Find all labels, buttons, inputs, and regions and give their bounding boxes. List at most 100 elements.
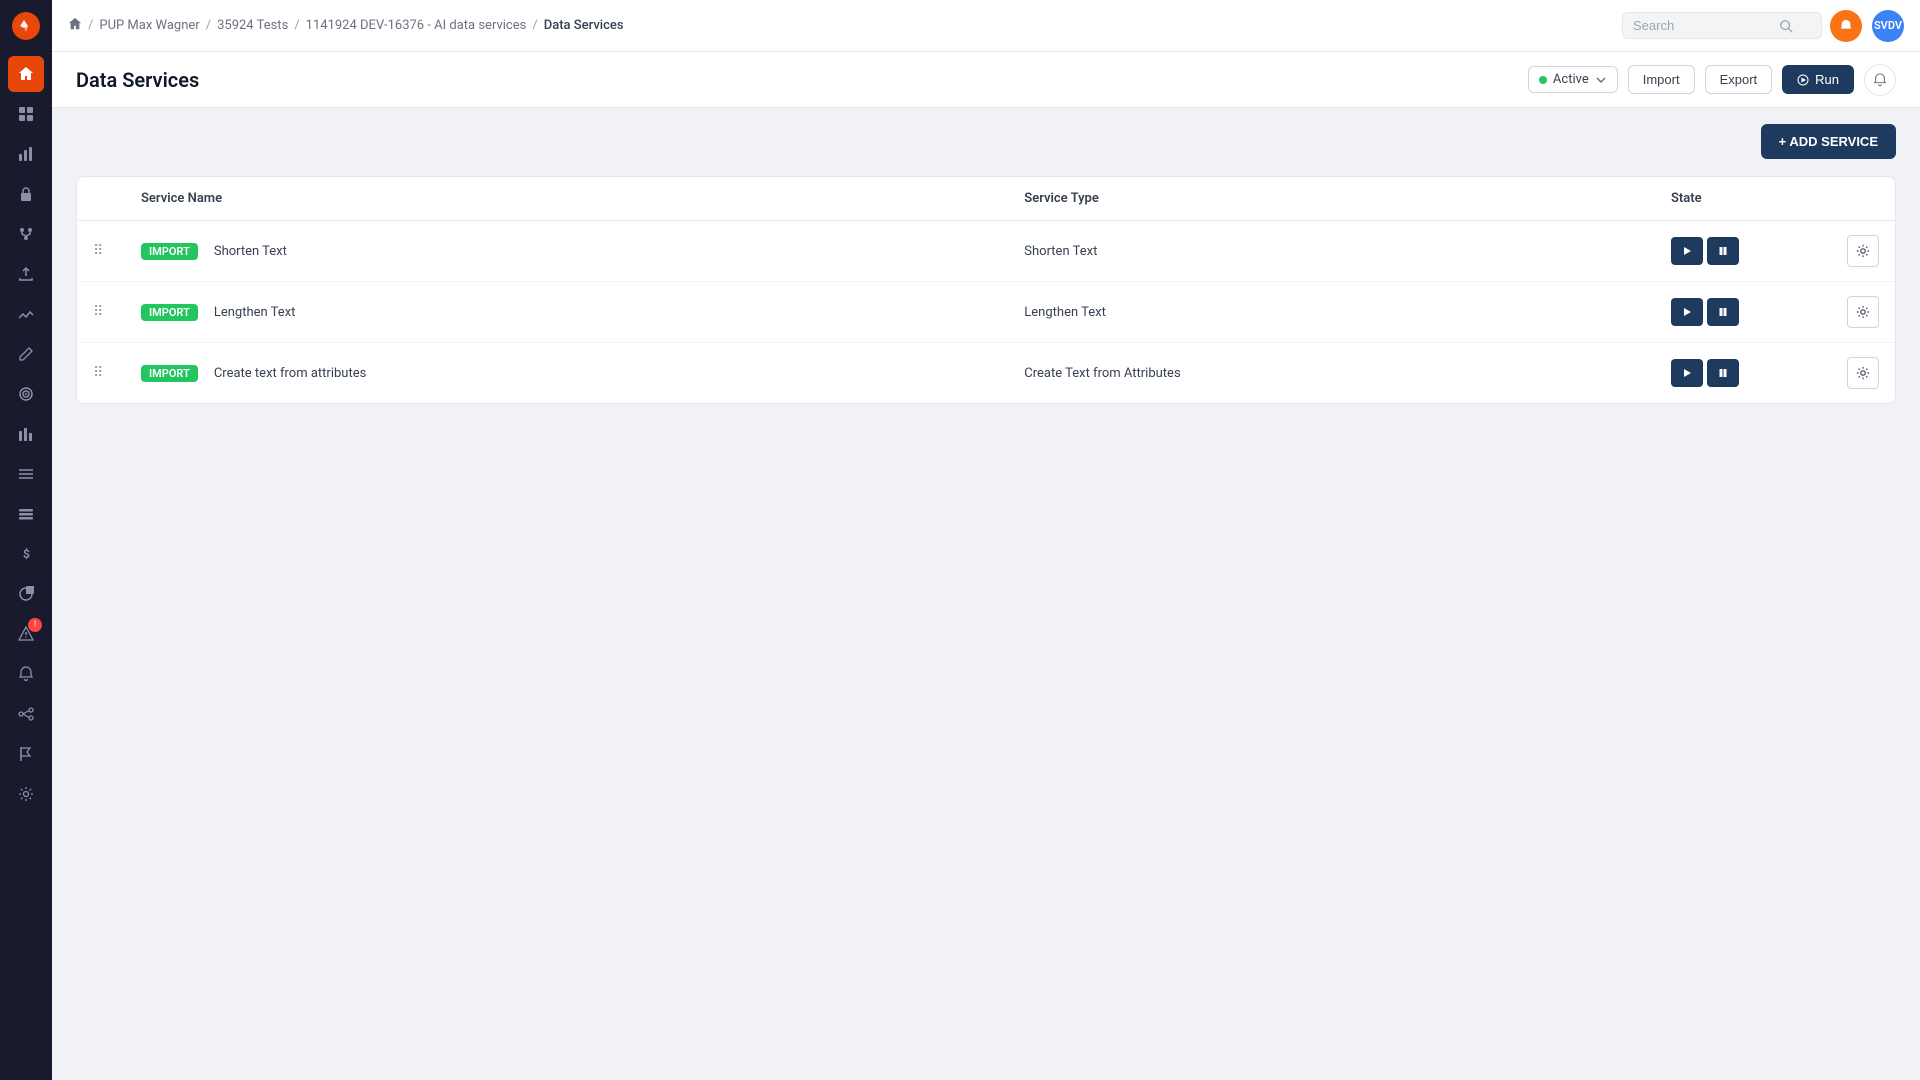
bell-icon (1873, 73, 1887, 87)
sidebar: $ ! (0, 0, 52, 1080)
service-type-2: Create Text from Attributes (1024, 366, 1180, 381)
breadcrumb-link-3[interactable]: 1141924 DEV-16376 - AI data services (306, 18, 527, 33)
home-icon[interactable] (68, 17, 82, 35)
services-table-container: Service Name Service Type State ⠿ (76, 176, 1896, 404)
import-button[interactable]: Import (1628, 65, 1695, 94)
breadcrumb-link-1[interactable]: PUP Max Wagner (99, 18, 199, 33)
gear-button-1[interactable] (1847, 296, 1879, 328)
table-row: ⠿ IMPORT Lengthen Text Lengthen Text (77, 282, 1895, 343)
status-dot (1539, 76, 1547, 84)
sidebar-item-dollar[interactable]: $ (8, 536, 44, 572)
gear-icon-0 (1856, 244, 1870, 258)
col-actions (1815, 177, 1895, 221)
sidebar-item-upload[interactable] (8, 256, 44, 292)
chevron-down-icon (1595, 74, 1607, 86)
state-cell-1 (1655, 282, 1815, 343)
table-row: ⠿ IMPORT Create text from attributes Cre… (77, 343, 1895, 404)
drag-handle-2[interactable]: ⠿ (93, 365, 104, 381)
state-play-button-0[interactable] (1671, 237, 1703, 265)
page-actions: Active Import Export Run (1528, 64, 1896, 96)
drag-cell-0: ⠿ (77, 221, 125, 282)
service-name-cell-0: IMPORT Shorten Text (125, 221, 1008, 282)
breadcrumb-sep-3: / (294, 18, 299, 33)
gear-icon-1 (1856, 305, 1870, 319)
breadcrumb-sep-4: / (532, 18, 537, 33)
gear-button-0[interactable] (1847, 235, 1879, 267)
service-name-cell-2: IMPORT Create text from attributes (125, 343, 1008, 404)
table-row: ⠿ IMPORT Shorten Text Shorten Text (77, 221, 1895, 282)
sidebar-item-alert[interactable]: ! (8, 616, 44, 652)
add-service-button[interactable]: + ADD SERVICE (1761, 124, 1896, 159)
page-title: Data Services (76, 68, 1528, 92)
actions-cell-1 (1815, 282, 1895, 343)
sidebar-item-analytics[interactable] (8, 136, 44, 172)
breadcrumb-sep-2: / (206, 18, 211, 33)
topbar: / PUP Max Wagner / 35924 Tests / 1141924… (52, 0, 1920, 52)
run-button[interactable]: Run (1782, 65, 1854, 94)
search-input[interactable] (1633, 18, 1773, 33)
drag-handle-0[interactable]: ⠿ (93, 243, 104, 259)
svg-text:$: $ (23, 547, 30, 561)
state-play-button-2[interactable] (1671, 359, 1703, 387)
state-pause-button-0[interactable] (1707, 237, 1739, 265)
service-type-1: Lengthen Text (1024, 305, 1106, 320)
service-type-cell-1: Lengthen Text (1008, 282, 1655, 343)
col-state: State (1655, 177, 1815, 221)
avatar[interactable]: SVDV (1872, 10, 1904, 42)
state-cell-2 (1655, 343, 1815, 404)
sidebar-item-list[interactable] (8, 456, 44, 492)
state-play-button-1[interactable] (1671, 298, 1703, 326)
services-table: Service Name Service Type State ⠿ (77, 177, 1895, 403)
sidebar-item-bell[interactable] (8, 656, 44, 692)
app-logo[interactable] (8, 8, 44, 44)
sidebar-item-flag[interactable] (8, 736, 44, 772)
col-service-type: Service Type (1008, 177, 1655, 221)
export-button[interactable]: Export (1705, 65, 1773, 94)
import-badge-0: IMPORT (141, 243, 198, 260)
breadcrumb-current: Data Services (544, 18, 624, 33)
run-label: Run (1815, 72, 1839, 87)
gear-button-2[interactable] (1847, 357, 1879, 389)
notification-icon[interactable] (1830, 10, 1862, 42)
sidebar-item-settings[interactable] (8, 776, 44, 812)
run-icon (1797, 74, 1809, 86)
service-name-2: Create text from attributes (214, 366, 366, 381)
table-header-row: Service Name Service Type State (77, 177, 1895, 221)
sidebar-item-lock[interactable] (8, 176, 44, 212)
state-cell-0 (1655, 221, 1815, 282)
status-label: Active (1553, 72, 1589, 87)
sidebar-item-chart[interactable] (8, 296, 44, 332)
content-area: + ADD SERVICE Service Name Service Type … (52, 108, 1920, 1080)
sidebar-item-target[interactable] (8, 376, 44, 412)
status-badge[interactable]: Active (1528, 66, 1618, 93)
search-bar[interactable] (1622, 12, 1822, 39)
service-name-cell-1: IMPORT Lengthen Text (125, 282, 1008, 343)
import-badge-2: IMPORT (141, 365, 198, 382)
service-type-cell-2: Create Text from Attributes (1008, 343, 1655, 404)
sidebar-item-grid[interactable] (8, 96, 44, 132)
alert-badge: ! (28, 618, 42, 632)
main-content: / PUP Max Wagner / 35924 Tests / 1141924… (52, 0, 1920, 1080)
sidebar-item-list2[interactable] (8, 496, 44, 532)
page-header: Data Services Active Import Export Run (52, 52, 1920, 108)
sidebar-item-edit[interactable] (8, 336, 44, 372)
breadcrumb: / PUP Max Wagner / 35924 Tests / 1141924… (68, 17, 1614, 35)
state-pause-button-1[interactable] (1707, 298, 1739, 326)
drag-cell-1: ⠿ (77, 282, 125, 343)
sidebar-item-barchart[interactable] (8, 416, 44, 452)
sidebar-item-integrations[interactable] (8, 696, 44, 732)
import-badge-1: IMPORT (141, 304, 198, 321)
sidebar-item-deploy[interactable] (8, 216, 44, 252)
service-name-0: Shorten Text (214, 244, 287, 259)
sidebar-item-home[interactable] (8, 56, 44, 92)
drag-handle-1[interactable]: ⠿ (93, 304, 104, 320)
actions-cell-0 (1815, 221, 1895, 282)
sidebar-item-pie[interactable] (8, 576, 44, 612)
table-body: ⠿ IMPORT Shorten Text Shorten Text (77, 221, 1895, 404)
service-name-1: Lengthen Text (214, 305, 296, 320)
page-bell-button[interactable] (1864, 64, 1896, 96)
gear-icon-2 (1856, 366, 1870, 380)
breadcrumb-link-2[interactable]: 35924 Tests (217, 18, 288, 33)
col-service-name: Service Name (125, 177, 1008, 221)
state-pause-button-2[interactable] (1707, 359, 1739, 387)
